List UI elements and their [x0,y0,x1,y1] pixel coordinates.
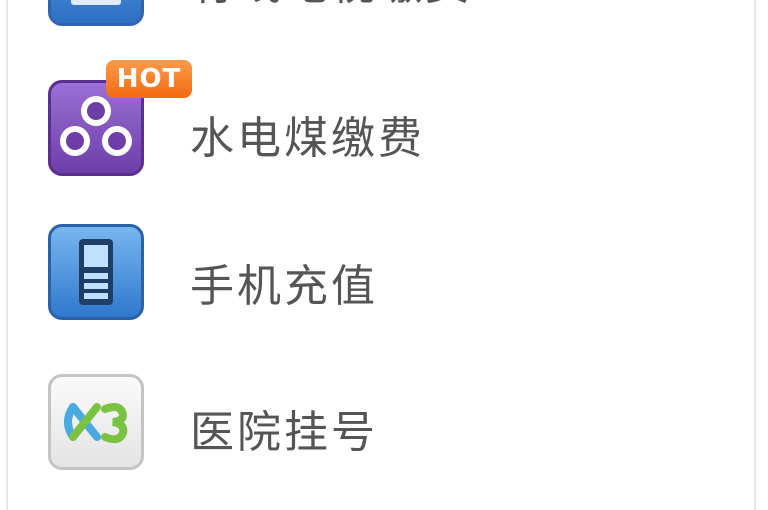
menu-item-mobile-recharge[interactable]: 手机充值 [8,222,748,332]
menu-item-utilities[interactable]: HOT 水电煤缴费 [8,60,748,186]
services-panel: 有线电视缴费 HOT 水电煤缴费 [6,0,756,510]
menu-item-label: 手机充值 [190,261,378,312]
hot-badge: HOT [106,60,192,98]
menu-item-hospital-registration[interactable]: 医院挂号 [8,370,748,480]
menu-item-label: 水电煤缴费 [190,113,425,164]
tv-icon [48,0,144,26]
menu-item-cable-tv[interactable]: 有线电视缴费 [8,0,748,40]
menu-item-label: 医院挂号 [190,407,378,458]
menu-item-label: 有线电视缴费 [190,0,472,12]
mobile-phone-icon [48,224,144,320]
hospital-icon [48,374,144,470]
